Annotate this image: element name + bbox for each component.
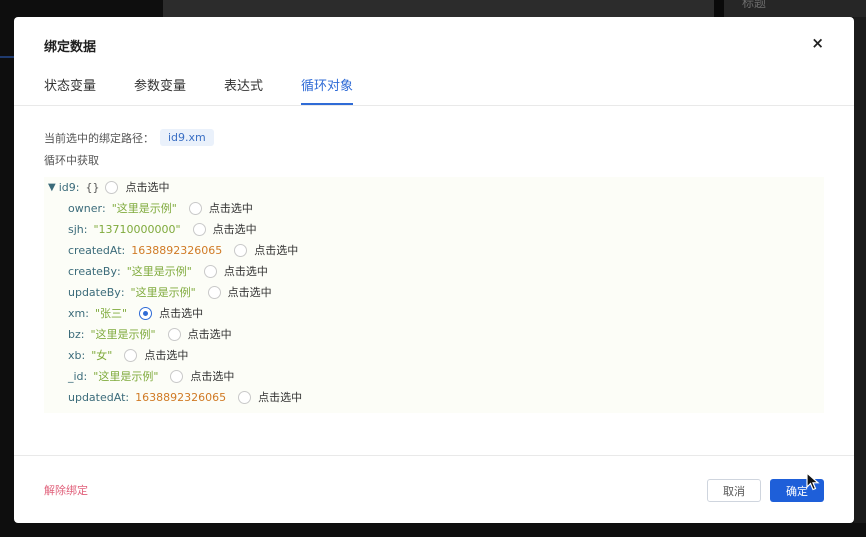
footer-divider [14, 455, 854, 456]
field-value: "张三" [94, 307, 128, 320]
field-value: "13710000000" [93, 222, 181, 236]
field-select-radio[interactable] [188, 201, 202, 215]
field-key: _id [68, 369, 84, 383]
field-value: "这里是示例" [126, 265, 192, 278]
dialog-title: 绑定数据 [44, 40, 97, 55]
bind-data-dialog: 绑定数据 × 状态变量 参数变量 表达式 循环对象 当前选中的绑定路径： id9… [14, 17, 854, 523]
field-value: "女" [91, 349, 113, 362]
key-separator: : [121, 243, 126, 257]
tab-bar: 状态变量 参数变量 表达式 循环对象 [44, 75, 391, 105]
key-separator: : [116, 264, 121, 278]
tree-root-pick-label[interactable]: 点击选中 [125, 179, 169, 195]
cancel-button[interactable]: 取消 [707, 479, 761, 502]
field-key: bz [68, 327, 81, 341]
key-separator: : [102, 201, 106, 215]
unbind-link[interactable]: 解除绑定 [44, 482, 88, 498]
field-pick-label[interactable]: 点击选中 [224, 263, 268, 279]
field-value: "这里是示例" [90, 328, 156, 341]
field-value: "这里是示例" [93, 370, 159, 383]
key-separator: : [83, 369, 88, 383]
tab-loop-object[interactable]: 循环对象 [301, 75, 354, 105]
tab-expression[interactable]: 表达式 [224, 75, 263, 105]
field-value: "这里是示例" [130, 286, 196, 299]
field-select-radio[interactable] [139, 306, 153, 320]
background-right-column [854, 17, 866, 523]
field-pick-label[interactable]: 点击选中 [228, 284, 272, 300]
key-separator: : [125, 390, 130, 404]
field-pick-label[interactable]: 点击选中 [258, 389, 302, 405]
current-path-label: 当前选中的绑定路径： [44, 131, 154, 145]
key-separator: : [85, 306, 89, 320]
current-path-row: 当前选中的绑定路径： id9.xm [44, 129, 214, 146]
tree-root-brace: {} [85, 180, 100, 194]
tree-root-key: id9 [58, 180, 76, 194]
key-separator: : [80, 327, 85, 341]
background-top-strip [163, 0, 723, 17]
tree-field-row: sjh: "13710000000" 点击选中 [68, 219, 257, 239]
key-separator: : [75, 180, 80, 194]
field-key: updateBy [68, 285, 121, 299]
field-select-radio[interactable] [192, 222, 206, 236]
field-key: xm [68, 306, 86, 320]
field-value: 1638892326065 [135, 390, 227, 404]
loop-object-tree: ▼ id9 : {} 点击选中 owner: "这里是示例" 点击选中 sjh: "13… [44, 177, 824, 413]
field-select-radio[interactable] [167, 327, 181, 341]
field-pick-label[interactable]: 点击选中 [190, 368, 234, 384]
field-pick-label[interactable]: 点击选中 [159, 305, 203, 321]
field-pick-label[interactable]: 点击选中 [144, 347, 188, 363]
field-select-radio[interactable] [238, 390, 252, 404]
key-separator: : [120, 285, 125, 299]
current-path-tag: id9.xm [160, 129, 214, 146]
field-pick-label[interactable]: 点击选中 [254, 242, 298, 258]
background-accent-line [0, 56, 14, 58]
key-separator: : [81, 348, 86, 362]
field-value: 1638892326065 [131, 243, 223, 257]
tab-state-variables[interactable]: 状态变量 [44, 75, 96, 105]
close-icon[interactable]: × [811, 34, 824, 52]
mouse-cursor-icon [806, 472, 820, 491]
tree-field-row: xb: "女" 点击选中 [68, 345, 188, 365]
tree-field-row: owner: "这里是示例" 点击选中 [68, 198, 253, 218]
tree-field-row: createBy: "这里是示例" 点击选中 [68, 261, 268, 281]
field-pick-label[interactable]: 点击选中 [209, 200, 253, 216]
field-pick-label[interactable]: 点击选中 [213, 221, 257, 237]
field-key: updatedAt [68, 390, 126, 404]
field-select-radio[interactable] [170, 369, 184, 383]
background-divider [714, 0, 724, 17]
tree-root-radio[interactable] [105, 180, 119, 194]
caret-down-icon[interactable]: ▼ [48, 182, 56, 193]
field-select-radio[interactable] [234, 243, 248, 257]
tree-field-row: xm: "张三" 点击选中 [68, 303, 203, 323]
key-separator: : [83, 222, 88, 236]
field-key: sjh [68, 222, 84, 236]
tree-field-row: updateBy: "这里是示例" 点击选中 [68, 282, 272, 302]
tree-field-row: updatedAt:1638892326065 点击选中 [68, 387, 302, 407]
field-select-radio[interactable] [207, 285, 221, 299]
field-pick-label[interactable]: 点击选中 [188, 326, 232, 342]
field-key: createBy [68, 264, 117, 278]
field-key: owner [68, 201, 102, 215]
field-select-radio[interactable] [203, 264, 217, 278]
tabs-divider [14, 105, 854, 106]
tree-field-row: _id: "这里是示例" 点击选中 [68, 366, 234, 386]
tree-field-row: bz: "这里是示例" 点击选中 [68, 324, 232, 344]
tab-parameter-variables[interactable]: 参数变量 [134, 75, 186, 105]
tree-root-node: ▼ id9 : {} 点击选中 [48, 177, 169, 197]
field-value: "这里是示例" [111, 202, 177, 215]
background-right-text: 标题 [742, 0, 767, 10]
loop-source-label: 循环中获取 [44, 154, 99, 167]
field-select-radio[interactable] [124, 348, 138, 362]
tree-field-row: createdAt:1638892326065 点击选中 [68, 240, 298, 260]
field-key: xb [68, 348, 82, 362]
field-key: createdAt [68, 243, 122, 257]
